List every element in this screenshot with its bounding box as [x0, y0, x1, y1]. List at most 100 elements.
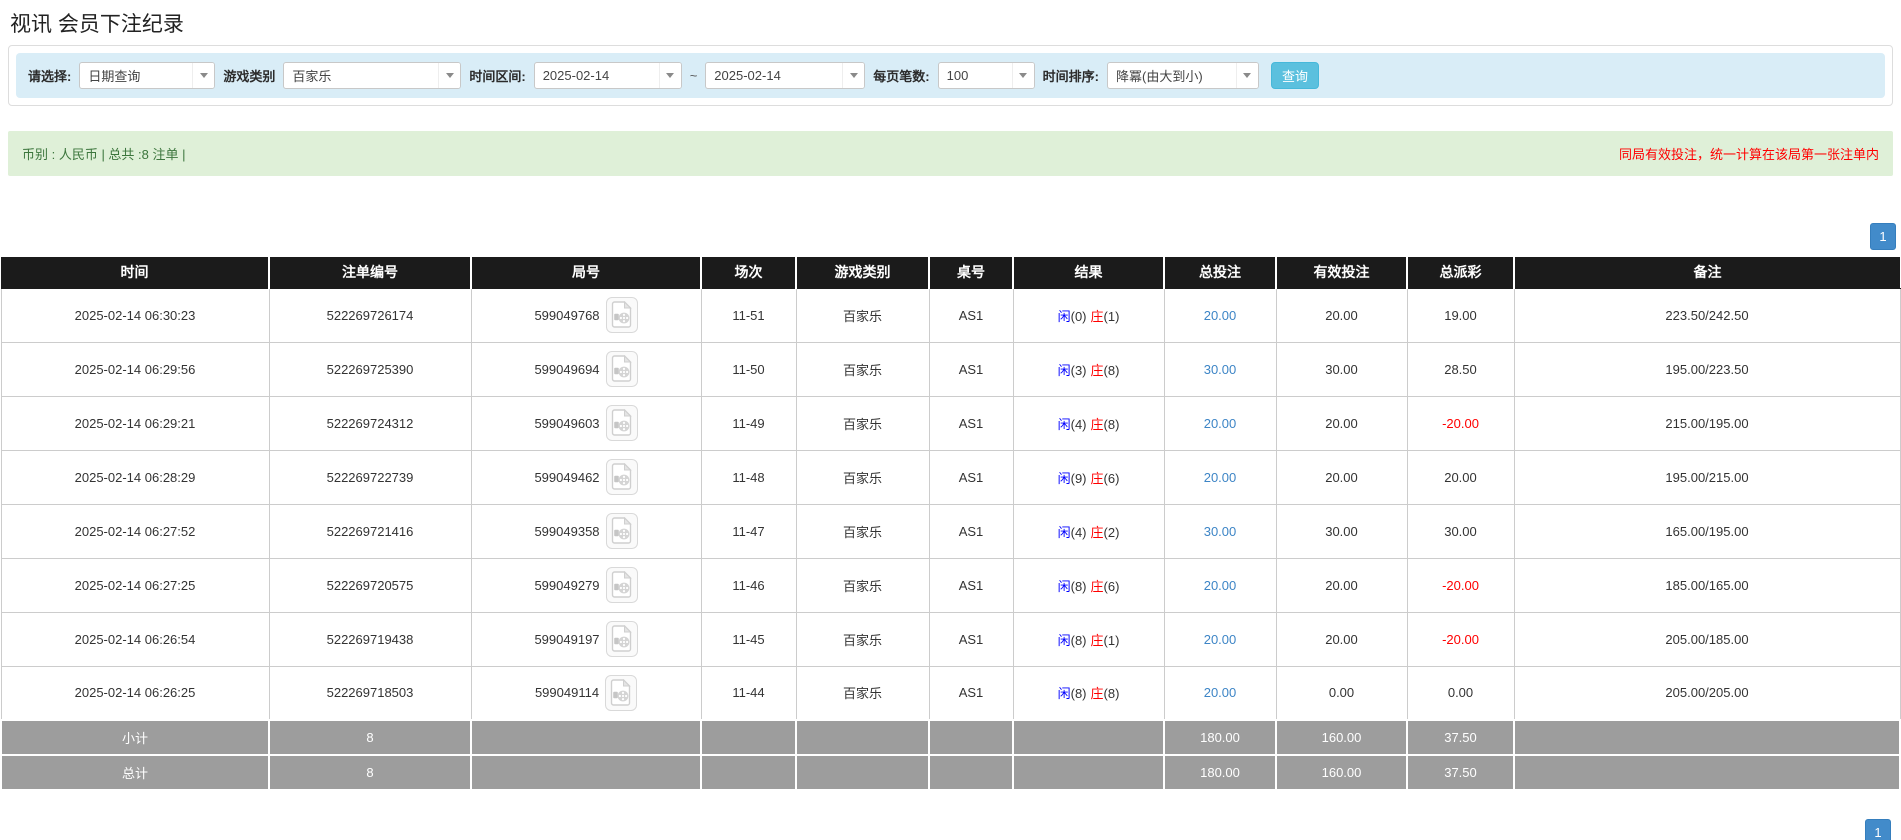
col-remark: 备注: [1513, 257, 1900, 289]
video-file-button[interactable]: [605, 351, 638, 387]
video-file-button[interactable]: [605, 567, 638, 603]
page-1-button[interactable]: 1: [1870, 223, 1896, 250]
result-banker-value: (6): [1103, 470, 1120, 486]
result-banker-label: 庄: [1090, 686, 1104, 702]
col-bet-id: 注单编号: [268, 257, 471, 289]
table-row: 2025-02-14 06:29:56 522269725390 5990496…: [0, 341, 1901, 397]
date-from-select[interactable]: 2025-02-14: [533, 62, 682, 89]
total-bet-link[interactable]: 30.00: [1204, 524, 1237, 539]
video-file-button[interactable]: [605, 297, 638, 333]
filter-panel: 请选择: 日期查询 游戏类别 百家乐 时间区间: 2025-02-14 ~ 20…: [8, 45, 1893, 106]
currency-total-text: 币别 : 人民币 | 总共 :8 注单 |: [22, 147, 186, 162]
page-1-button[interactable]: 1: [1865, 819, 1891, 840]
chevron-down-icon[interactable]: [1235, 63, 1258, 88]
video-file-button[interactable]: [605, 674, 638, 711]
cell-time: 2025-02-14 06:29:21: [0, 395, 270, 451]
result-player-value: (8): [1070, 686, 1087, 702]
time-sort-select[interactable]: 降冪(由大到小): [1106, 62, 1259, 89]
round-number: 599049768: [534, 307, 600, 323]
round-number: 599049603: [534, 415, 600, 431]
page-size-value: 100: [946, 68, 969, 83]
result-player-value: (0): [1070, 308, 1087, 324]
col-payout: 总派彩: [1406, 257, 1514, 289]
result-banker-label: 庄: [1090, 416, 1104, 432]
result-banker-label: 庄: [1090, 470, 1104, 486]
video-file-button[interactable]: [605, 513, 638, 549]
query-type-select[interactable]: 日期查询: [79, 62, 216, 89]
round-number: 599049358: [534, 523, 600, 539]
round-number: 599049114: [534, 685, 600, 701]
cell-game: 百家乐: [795, 665, 930, 721]
round-number: 599049279: [534, 577, 600, 593]
result-player-label: 闲: [1057, 686, 1071, 702]
cell-round: 599049279: [470, 557, 702, 613]
search-button[interactable]: 查询: [1270, 62, 1319, 89]
chevron-down-icon[interactable]: [842, 63, 865, 88]
page-size-label: 每页笔数:: [873, 69, 930, 84]
total-bet-link[interactable]: 20.00: [1204, 685, 1237, 700]
cell-payout: -20.00: [1406, 611, 1515, 667]
cell-bet-id: 522269718503: [268, 665, 472, 721]
game-category-select[interactable]: 百家乐: [283, 62, 462, 89]
cell-session: 11-46: [700, 557, 797, 613]
video-file-button[interactable]: [605, 459, 638, 495]
video-file-button[interactable]: [605, 405, 638, 441]
total-bet-link[interactable]: 20.00: [1204, 308, 1237, 323]
cell-round: 599049603: [470, 395, 702, 451]
date-to-select[interactable]: 2025-02-14: [705, 62, 866, 89]
cell-remark: 195.00/215.00: [1513, 449, 1901, 505]
cell-session: 11-47: [700, 503, 797, 559]
cell-valid-bet: 20.00: [1275, 287, 1408, 343]
cell-result: 闲(9) 庄(6): [1012, 449, 1165, 505]
chevron-down-icon[interactable]: [438, 63, 461, 88]
total-bet-link[interactable]: 20.00: [1204, 416, 1237, 431]
video-file-button[interactable]: [605, 621, 638, 657]
cell-total-bet: 20.00: [1163, 611, 1277, 667]
result-player-value: (8): [1070, 632, 1087, 648]
subtotal-payout: 37.50: [1406, 719, 1515, 756]
total-bet-link[interactable]: 30.00: [1204, 362, 1237, 377]
result-banker-label: 庄: [1090, 524, 1104, 540]
total-bet-link[interactable]: 20.00: [1204, 470, 1237, 485]
cell-remark: 215.00/195.00: [1513, 395, 1901, 451]
result-banker-value: (1): [1103, 308, 1120, 324]
table-row: 2025-02-14 06:29:21 522269724312 5990496…: [0, 395, 1901, 451]
table-body: 2025-02-14 06:30:23 522269726174 5990497…: [0, 287, 1901, 721]
video-file-icon: [611, 516, 632, 544]
page-size-select[interactable]: 100: [937, 62, 1035, 89]
cell-session: 11-44: [700, 665, 797, 721]
result-banker-value: (2): [1103, 524, 1120, 540]
result-banker-value: (8): [1103, 416, 1120, 432]
cell-round: 599049358: [470, 503, 702, 559]
game-category-value: 百家乐: [292, 69, 332, 84]
pagination-top: 1: [0, 223, 1896, 250]
col-result: 结果: [1012, 257, 1164, 289]
chevron-down-icon[interactable]: [1011, 63, 1034, 88]
cell-session: 11-51: [700, 287, 797, 343]
total-bet-link[interactable]: 20.00: [1204, 578, 1237, 593]
cell-valid-bet: 20.00: [1275, 611, 1408, 667]
chevron-down-icon[interactable]: [658, 63, 681, 88]
result-banker-value: (8): [1103, 362, 1120, 378]
cell-payout: 20.00: [1406, 449, 1515, 505]
cell-round: 599049768: [470, 287, 702, 343]
cell-bet-id: 522269724312: [268, 395, 472, 451]
cell-time: 2025-02-14 06:26:25: [0, 665, 270, 721]
cell-remark: 165.00/195.00: [1513, 503, 1901, 559]
chevron-down-icon[interactable]: [192, 63, 215, 88]
video-file-icon: [611, 300, 632, 328]
result-banker-label: 庄: [1090, 362, 1104, 378]
cell-game: 百家乐: [795, 557, 930, 613]
cell-total-bet: 30.00: [1163, 341, 1277, 397]
result-player-value: (9): [1070, 470, 1087, 486]
col-session: 场次: [700, 257, 796, 289]
cell-remark: 205.00/185.00: [1513, 611, 1901, 667]
cell-payout: 28.50: [1406, 341, 1515, 397]
result-player-label: 闲: [1057, 470, 1071, 486]
total-bet-link[interactable]: 20.00: [1204, 632, 1237, 647]
summary-bar: 币别 : 人民币 | 总共 :8 注单 | 同局有效投注，统一计算在该局第一张注…: [8, 131, 1893, 176]
result-player-label: 闲: [1057, 362, 1071, 378]
cell-result: 闲(3) 庄(8): [1012, 341, 1165, 397]
cell-session: 11-49: [700, 395, 797, 451]
cell-bet-id: 522269725390: [268, 341, 472, 397]
